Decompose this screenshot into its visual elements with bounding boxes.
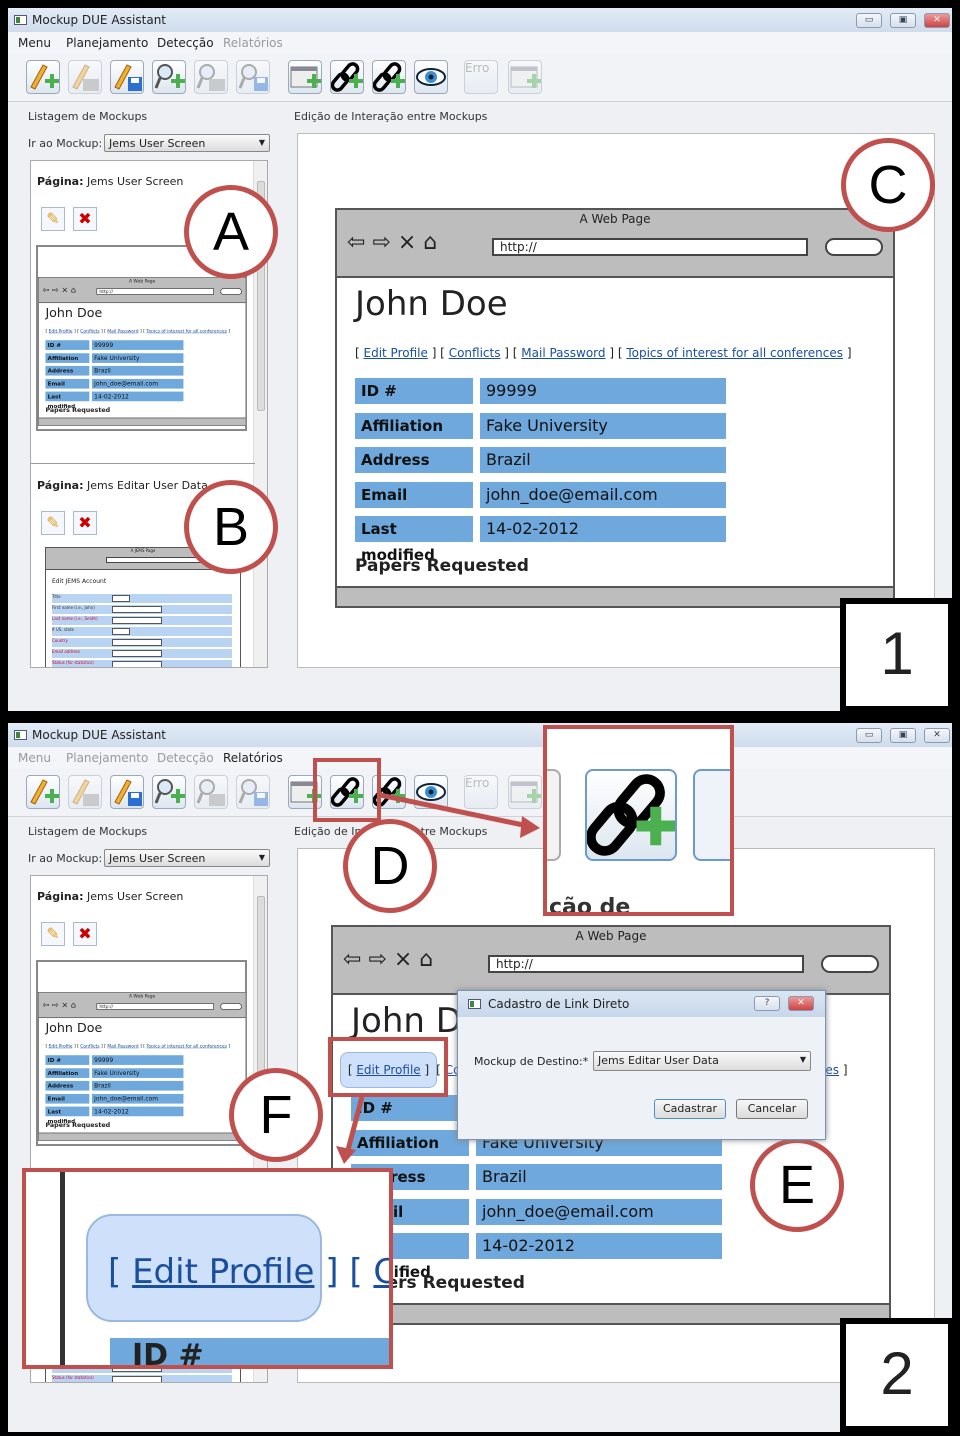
arrowhead-f	[336, 1146, 356, 1164]
annotation-arrows	[336, 792, 540, 1164]
panel-number-1: 1	[840, 598, 954, 712]
panel-number-2: 2	[840, 1318, 954, 1432]
arrowhead-d	[520, 816, 540, 838]
arrow-f-to-zoom	[345, 1096, 365, 1151]
arrow-d-to-zoom	[379, 792, 529, 829]
